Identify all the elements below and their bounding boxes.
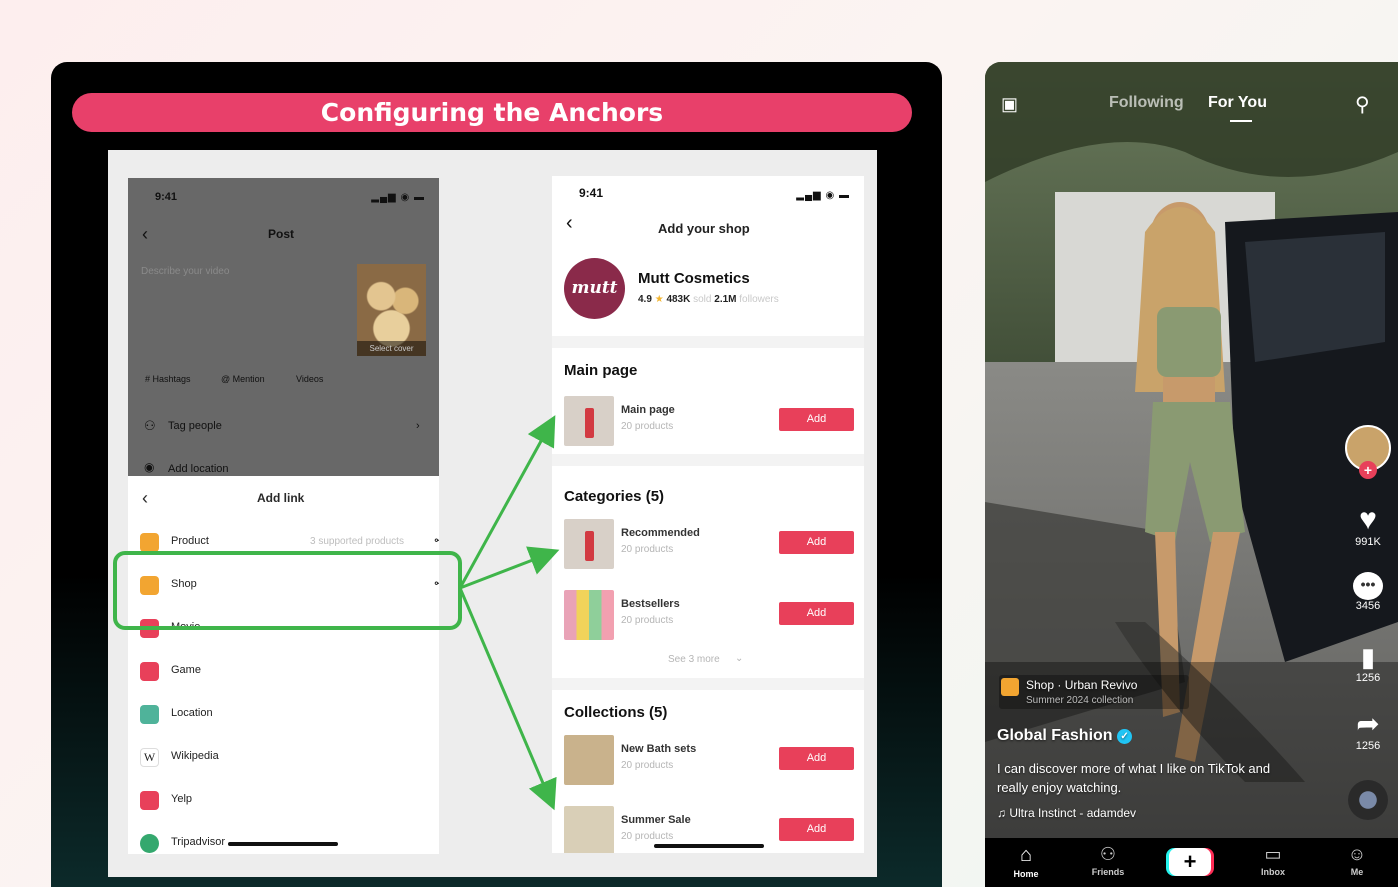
music-info[interactable]: ♫ Ultra Instinct - adamdev: [997, 806, 1136, 820]
comment-button[interactable]: ••• 3456: [1340, 572, 1396, 612]
creator-avatar[interactable]: +: [1340, 425, 1396, 479]
nav-create[interactable]: +: [1160, 848, 1220, 876]
music-note-icon: ♫: [997, 806, 1006, 820]
video-caption: I can discover more of what I like on Ti…: [997, 761, 1271, 795]
nav-friends[interactable]: ⚇ Friends: [1078, 844, 1138, 877]
shop-highlight-box: [113, 551, 462, 630]
active-tab-indicator: [1230, 120, 1252, 122]
friends-icon: ⚇: [1099, 844, 1117, 864]
shop-anchor-link[interactable]: Shop · Urban Revivo Summer 2024 collecti…: [999, 675, 1189, 709]
slide-title: Configuring the Anchors: [72, 93, 912, 132]
home-icon: ⌂: [1019, 844, 1033, 866]
share-arrow-icon: ➦: [1356, 708, 1380, 739]
creator-username[interactable]: Global Fashion ✓: [997, 727, 1133, 745]
shop-icon: [1001, 678, 1019, 696]
bottom-nav-bar: ⌂ Home ⚇ Friends + ▭ Inbox ☺ Me: [985, 838, 1398, 887]
heart-icon: ♥: [1359, 503, 1377, 536]
like-button[interactable]: ♥ 991K: [1340, 503, 1396, 549]
shop-anchor-title: Shop · Urban Revivo: [1026, 678, 1138, 692]
tab-for-you[interactable]: For You: [1208, 94, 1267, 112]
nav-inbox[interactable]: ▭ Inbox: [1243, 844, 1303, 877]
music-title: Ultra Instinct - adamdev: [1009, 806, 1137, 820]
nav-label: Inbox: [1261, 867, 1285, 877]
nav-label: Friends: [1091, 867, 1125, 877]
comment-count: 3456: [1355, 600, 1381, 612]
share-count: 1256: [1355, 740, 1381, 752]
verified-badge-icon: ✓: [1117, 729, 1133, 744]
follow-plus-icon[interactable]: +: [1359, 461, 1377, 479]
arrow-to-categories: [459, 546, 560, 590]
username-text: Global Fashion: [997, 727, 1113, 744]
annotation-arrows: [113, 415, 560, 811]
nav-label: Home: [1013, 869, 1039, 879]
shop-anchor-subtitle: Summer 2024 collection: [1026, 695, 1134, 706]
tab-following[interactable]: Following: [1109, 94, 1184, 112]
live-icon[interactable]: ▣: [1001, 94, 1018, 115]
bookmark-icon: ▮: [1360, 642, 1376, 672]
share-button[interactable]: ➦ 1256: [1340, 708, 1396, 752]
arrow-to-collections: [458, 587, 557, 811]
arrow-to-main-page: [458, 415, 556, 589]
profile-icon: ☺: [1347, 844, 1367, 864]
mockup-board: 9:41 ▂▄▆ ◉ ▬ ‹ Post Describe your video …: [108, 150, 877, 877]
tiktok-feed-screen: ▣ Following For You ⚲ + ♥ 991K ••• 3456 …: [985, 62, 1398, 887]
slide-panel: Configuring the Anchors 9:41 ▂▄▆ ◉ ▬ ‹ P…: [51, 62, 942, 887]
nav-label: Me: [1350, 867, 1364, 877]
music-disc[interactable]: [1340, 780, 1396, 820]
nav-home[interactable]: ⌂ Home: [996, 844, 1056, 879]
inbox-icon: ▭: [1264, 844, 1282, 864]
comment-icon: •••: [1353, 572, 1383, 600]
create-plus-icon: +: [1169, 848, 1211, 876]
save-button[interactable]: ▮ 1256: [1340, 642, 1396, 684]
save-count: 1256: [1355, 672, 1381, 684]
search-icon[interactable]: ⚲: [1355, 92, 1370, 117]
like-count: 991K: [1355, 536, 1381, 548]
tiktok-top-bar: ▣ Following For You ⚲: [985, 92, 1398, 122]
nav-me[interactable]: ☺ Me: [1327, 844, 1387, 877]
music-disc-icon: [1348, 780, 1388, 820]
